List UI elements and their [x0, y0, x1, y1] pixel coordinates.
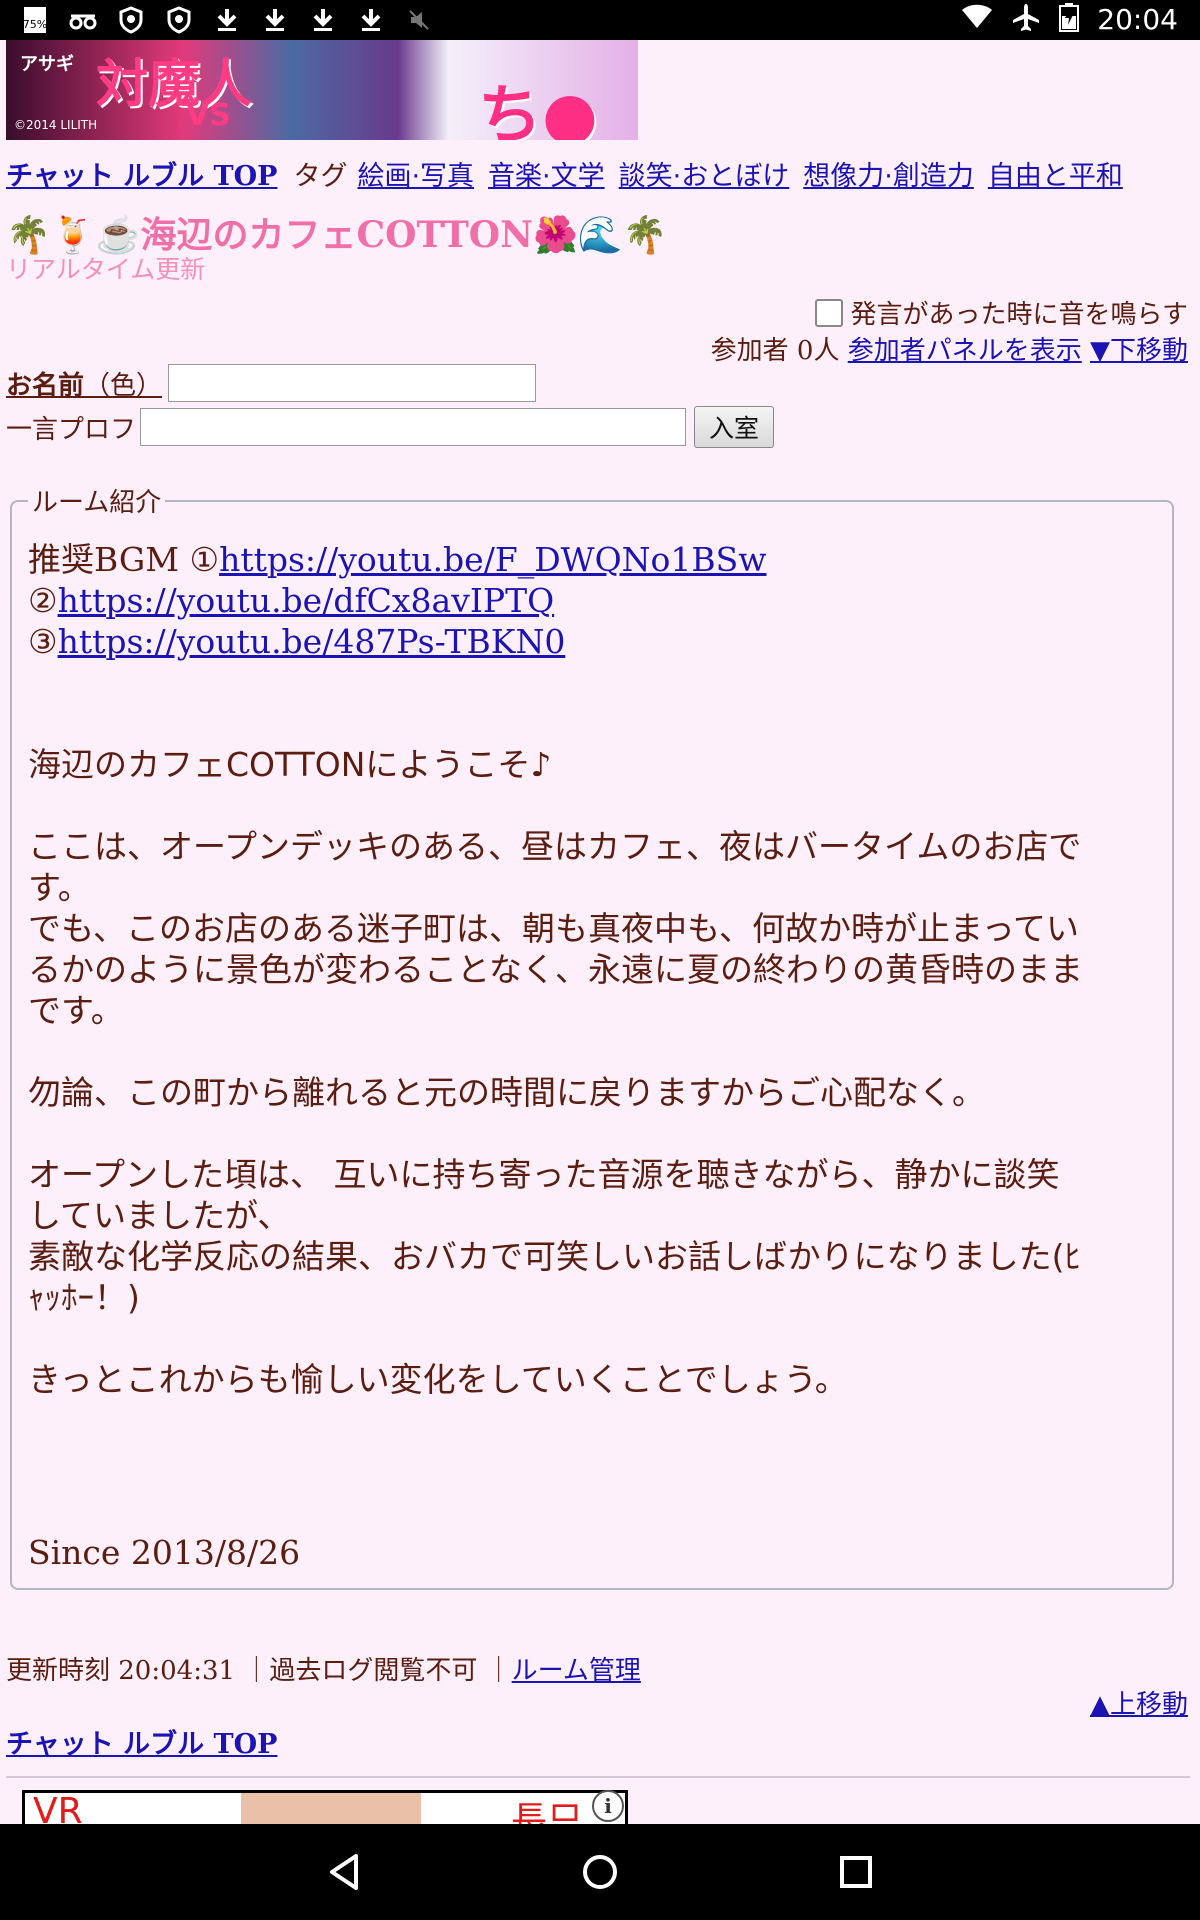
intro-line: です。 — [28, 991, 124, 1030]
battery-icon — [1059, 2, 1080, 36]
download-icon — [210, 4, 244, 36]
bgm-link-2[interactable]: https://youtu.be/dfCx8avIPTQ — [58, 581, 555, 620]
sound-checkbox[interactable] — [814, 298, 843, 327]
color-label[interactable]: （色） — [84, 365, 162, 402]
bgm2-prefix: ② — [28, 581, 58, 620]
since-date: Since 2013/8/26 — [28, 1533, 301, 1572]
tag-link-imagination[interactable]: 想像力·創造力 — [803, 161, 974, 192]
bottom-ad-text-left: VR — [33, 1791, 83, 1827]
ad-info-icon[interactable]: i — [592, 1790, 624, 1822]
banner-logo: アサギ — [20, 54, 74, 75]
bgm-line-1: 推奨BGM ①https://youtu.be/F_DWQNo1BSw — [28, 539, 1156, 580]
intro-line: ここは、オープンデッキのある、昼はカフェ、夜はバータイムのお店で — [28, 827, 1082, 866]
tag-link-music[interactable]: 音楽·文学 — [488, 161, 605, 192]
intro-line: でも、このお店のある迷子町は、朝も真夜中も、何故か時が止まってい — [28, 909, 1080, 948]
footer-info: 更新時刻 20:04:31 ｜過去ログ閲覧不可 ｜ルーム管理 — [6, 1650, 641, 1687]
wifi-icon — [961, 4, 993, 34]
name-row: お名前 （色） — [6, 364, 537, 402]
room-intro-legend: ルーム紹介 — [32, 488, 162, 518]
intro-line: していましたが、 — [28, 1196, 291, 1235]
banner-vs: VS — [186, 98, 231, 133]
clock: 20:04 — [1097, 2, 1178, 36]
tag-link-freedom[interactable]: 自由と平和 — [988, 161, 1123, 192]
intro-line: 素敵な化学反応の結果、おバカで可笑しいお話しばかりになりました(ﾋ — [28, 1237, 1082, 1276]
battery-percent-icon: 75% — [18, 4, 52, 36]
tag-link-chat[interactable]: 談笑·おとぼけ — [619, 161, 790, 192]
intro-line: す。 — [28, 868, 91, 907]
intro-line: るかのように景色が変わることなく、永遠に夏の終わりの黄昏時のまま — [28, 950, 1084, 989]
intro-line: ｬｯﾎｰ！) — [28, 1278, 140, 1317]
log-status: 過去ログ閲覧不可 — [269, 1656, 478, 1686]
bgm-link-1[interactable]: https://youtu.be/F_DWQNo1BSw — [219, 540, 766, 579]
banner-right-text: ち●こ — [478, 79, 598, 140]
shield-icon — [114, 4, 148, 36]
status-bar: 75% 20:04 — [0, 0, 1200, 40]
profile-input[interactable] — [140, 408, 687, 446]
home-icon[interactable] — [578, 1850, 622, 1894]
download-icon — [306, 4, 340, 36]
banner-ad[interactable]: アサギ 対魔人 VS ち●こ ©2014 LILITH — [6, 40, 638, 140]
glasses-icon — [66, 4, 100, 36]
download-icon — [258, 4, 292, 36]
status-left-icons: 75% — [18, 4, 436, 36]
update-time: 更新時刻 20:04:31 — [6, 1656, 236, 1686]
participants-count: 参加者 0人 — [710, 336, 840, 366]
intro-line: 勿論、この町から離れると元の時間に戻りますからご心配なく。 — [28, 1073, 985, 1112]
bottom-ad[interactable]: VR 長只 — [22, 1790, 628, 1827]
bgm3-prefix: ③ — [28, 622, 58, 661]
intro-welcome: 海辺のカフェCOTTONにようこそ♪ — [28, 745, 552, 784]
nav-bar: チャット ルブル TOP タグ 絵画·写真 音楽·文学 談笑·おとぼけ 想像力·創造力 自由… — [6, 154, 1137, 193]
separator: ｜ — [485, 1656, 512, 1686]
sound-option[interactable]: 発言があった時に音を鳴らす — [814, 294, 1188, 331]
name-input[interactable] — [168, 364, 537, 402]
profile-label: 一言プロフ — [6, 414, 137, 445]
svg-text:75%: 75% — [23, 18, 47, 31]
separator: ｜ — [243, 1656, 270, 1686]
chat-top-link[interactable]: チャット ルブル TOP — [6, 161, 277, 192]
scroll-up-link[interactable]: ▲上移動 — [1090, 1684, 1188, 1721]
participant-panel-link[interactable]: 参加者パネルを表示 — [848, 336, 1082, 366]
intro-line: オープンした頃は、 互いに持ち寄った音源を聴きながら、静かに談笑 — [28, 1155, 1060, 1194]
room-admin-link[interactable]: ルーム管理 — [512, 1656, 641, 1686]
profile-row: 一言プロフ 入室 — [6, 406, 775, 448]
participants-row: 参加者 0人 参加者パネルを表示 ▼下移動 — [711, 330, 1188, 367]
bgm-line-3: ③https://youtu.be/487Ps-TBKN0 — [28, 621, 1156, 662]
download-icon — [354, 4, 388, 36]
bottom-ad-text-right: 長只 — [511, 1800, 584, 1827]
scroll-down-link[interactable]: ▼下移動 — [1090, 336, 1188, 366]
intro-line: きっとこれからも愉しい変化をしていくことでしょう。 — [28, 1360, 848, 1399]
sound-label: 発言があった時に音を鳴らす — [850, 300, 1188, 330]
mute-icon — [402, 4, 436, 36]
name-label[interactable]: お名前 — [6, 365, 84, 402]
shield-icon — [162, 4, 196, 36]
banner-copyright: ©2014 LILITH — [14, 118, 98, 132]
status-right: 20:04 — [961, 2, 1178, 36]
realtime-label: リアルタイム更新 — [6, 255, 206, 284]
airplane-icon — [1011, 2, 1041, 36]
tag-label: タグ — [293, 161, 348, 192]
enter-room-button[interactable]: 入室 — [694, 406, 775, 448]
tag-link-art[interactable]: 絵画·写真 — [357, 161, 474, 192]
bgm-line-2: ②https://youtu.be/dfCx8avIPTQ — [28, 580, 1156, 621]
intro-text: 海辺のカフェCOTTONにようこそ♪ ここは、オープンデッキのある、昼はカフェ、… — [28, 744, 1156, 1400]
bgm-link-3[interactable]: https://youtu.be/487Ps-TBKN0 — [58, 622, 566, 661]
back-icon[interactable] — [322, 1850, 366, 1894]
room-intro: ルーム紹介 推奨BGM ①https://youtu.be/F_DWQNo1BS… — [10, 482, 1174, 1590]
divider — [6, 1776, 1190, 1778]
system-nav-bar — [0, 1824, 1200, 1920]
room-intro-body: 推奨BGM ①https://youtu.be/F_DWQNo1BSw ②htt… — [28, 539, 1156, 1400]
bgm-prefix: 推奨BGM ① — [28, 540, 220, 579]
recents-icon[interactable] — [834, 1850, 878, 1894]
chat-top-link-bottom[interactable]: チャット ルブル TOP — [6, 1722, 277, 1761]
